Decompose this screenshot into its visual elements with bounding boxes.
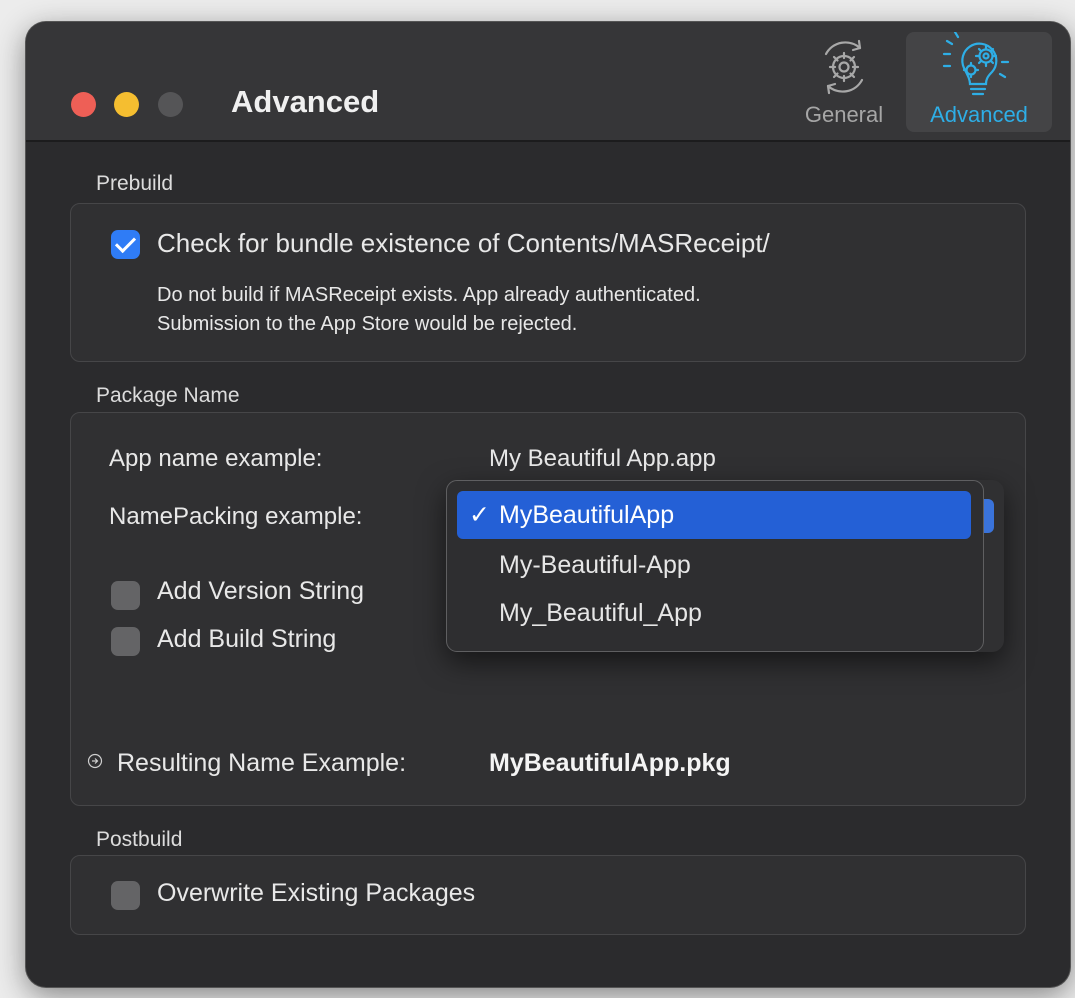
name-packing-menu: ✓ MyBeautifulApp My-Beautiful-App My_Bea… [446, 480, 984, 652]
menu-item-my-beautiful-app[interactable]: My-Beautiful-App [457, 541, 971, 589]
toolbar-general-label: General [804, 102, 884, 127]
add-version-checkbox[interactable] [111, 581, 140, 610]
lightbulb-gears-icon [906, 30, 1052, 102]
title-bar: Advanced General Advanced [26, 22, 1070, 142]
overwrite-label[interactable]: Overwrite Existing Packages [157, 879, 475, 908]
check-bundle-label[interactable]: Check for bundle existence of Contents/M… [157, 228, 770, 259]
gear-cycle-icon [794, 32, 894, 102]
overwrite-checkbox[interactable] [111, 881, 140, 910]
minimize-button[interactable] [114, 92, 139, 117]
toolbar-general-button[interactable]: General [794, 32, 894, 132]
prebuild-section-label: Prebuild [96, 172, 174, 195]
add-version-label[interactable]: Add Version String [157, 577, 364, 606]
menu-item-my_beautiful_app[interactable]: My_Beautiful_App [457, 589, 971, 637]
add-build-label[interactable]: Add Build String [157, 625, 336, 654]
preferences-window: Advanced General Advanced Prebuild Check… [26, 22, 1070, 987]
zoom-button[interactable] [158, 92, 183, 117]
prebuild-box: Check for bundle existence of Contents/M… [70, 203, 1026, 362]
name-packing-label: NamePacking example: [109, 503, 363, 530]
postbuild-box: Overwrite Existing Packages [70, 855, 1026, 935]
info-circle-icon [87, 753, 103, 774]
result-label: Resulting Name Example: [117, 749, 407, 777]
toolbar-advanced-label: Advanced [930, 102, 1028, 127]
menu-item-label: MyBeautifulApp [499, 501, 675, 529]
package-name-section-label: Package Name [96, 384, 240, 407]
menu-item-label: My-Beautiful-App [499, 551, 691, 579]
result-value: MyBeautifulApp.pkg [489, 749, 731, 777]
menu-item-mybeautifulapp[interactable]: ✓ MyBeautifulApp [457, 491, 971, 539]
app-name-label: App name example: [109, 445, 323, 472]
checkmark-icon: ✓ [469, 501, 490, 529]
toolbar-advanced-button[interactable]: Advanced [906, 30, 1052, 132]
menu-item-label: My_Beautiful_App [499, 599, 702, 627]
postbuild-section-label: Postbuild [96, 828, 183, 851]
add-build-checkbox[interactable] [111, 627, 140, 656]
prebuild-description-line1: Do not build if MASReceipt exists. App a… [157, 284, 701, 306]
check-bundle-checkbox[interactable] [111, 230, 140, 259]
close-button[interactable] [71, 92, 96, 117]
app-name-value: My Beautiful App.app [489, 445, 716, 472]
prebuild-description-line2: Submission to the App Store would be rej… [157, 313, 578, 335]
window-title: Advanced [231, 84, 380, 119]
